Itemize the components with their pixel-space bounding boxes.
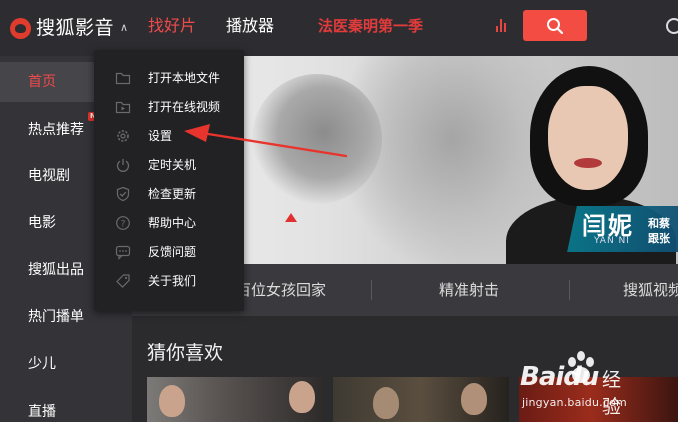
menu-item-about[interactable]: 关于我们	[94, 267, 244, 296]
search-button[interactable]	[523, 10, 587, 41]
nav-player[interactable]: 播放器	[226, 16, 274, 36]
watermark-url: jingyan.baidu.com	[522, 396, 627, 409]
baidu-paw-icon	[568, 351, 594, 383]
sidebar-item-live[interactable]: 直播	[0, 392, 132, 422]
tab-divider	[371, 280, 372, 300]
svg-text:?: ?	[121, 220, 126, 230]
shield-check-icon	[116, 186, 130, 202]
power-icon	[116, 159, 130, 172]
menu-item-help[interactable]: ? 帮助中心	[94, 209, 244, 238]
banner-name-en: YAN NI	[594, 236, 630, 246]
app-name: 搜狐影音	[36, 17, 115, 39]
feedback-icon	[115, 245, 131, 260]
search-icon	[547, 17, 564, 34]
gear-icon	[117, 130, 129, 142]
watermark-product: 经验	[602, 369, 622, 418]
recommend-title: 猜你喜欢	[147, 342, 224, 364]
app-logo-menu[interactable]: 搜狐影音 ∧	[10, 17, 128, 39]
play-folder-icon	[115, 101, 131, 114]
folder-icon	[115, 72, 131, 85]
bar-chart-icon[interactable]	[496, 18, 510, 32]
chevron-up-icon: ∧	[120, 21, 129, 34]
menu-item-update[interactable]: 检查更新	[94, 180, 244, 209]
recommend-thumbnail[interactable]	[333, 377, 509, 422]
nav-find-movies[interactable]: 找好片	[148, 16, 196, 36]
record-icon[interactable]	[666, 18, 678, 34]
banner-tab-2[interactable]: 精准射击	[439, 264, 499, 316]
menu-item-settings[interactable]: 设置	[94, 122, 244, 151]
app-dropdown-menu: 打开本地文件 打开在线视频 设置 定时关机 检查更新 ? 帮助中心 反馈问题 关	[94, 50, 244, 311]
banner-side-text: 和蔡 跟张	[648, 217, 670, 245]
tag-icon	[116, 274, 130, 288]
menu-item-open-online[interactable]: 打开在线视频	[94, 93, 244, 122]
menu-item-feedback[interactable]: 反馈问题	[94, 238, 244, 267]
banner-background-figure	[252, 74, 382, 204]
app-window: 搜狐影音 ∧ 找好片 播放器 法医秦明第一季 首页 热点推荐 电视剧 电影 搜狐…	[0, 0, 678, 422]
sohu-logo-icon	[10, 17, 31, 39]
recommend-thumbnail[interactable]	[147, 377, 323, 422]
sidebar-item-kids[interactable]: 少儿	[0, 344, 132, 384]
help-icon: ?	[116, 216, 130, 230]
menu-item-shutdown[interactable]: 定时关机	[94, 151, 244, 180]
menu-item-open-local[interactable]: 打开本地文件	[94, 64, 244, 93]
nav-hot-show[interactable]: 法医秦明第一季	[318, 16, 423, 36]
top-bar: 搜狐影音 ∧ 找好片 播放器 法医秦明第一季	[0, 0, 678, 56]
banner-tab-3[interactable]: 搜狐视频	[623, 264, 678, 316]
banner-indicator-icon	[285, 213, 297, 222]
tab-divider	[569, 280, 570, 300]
